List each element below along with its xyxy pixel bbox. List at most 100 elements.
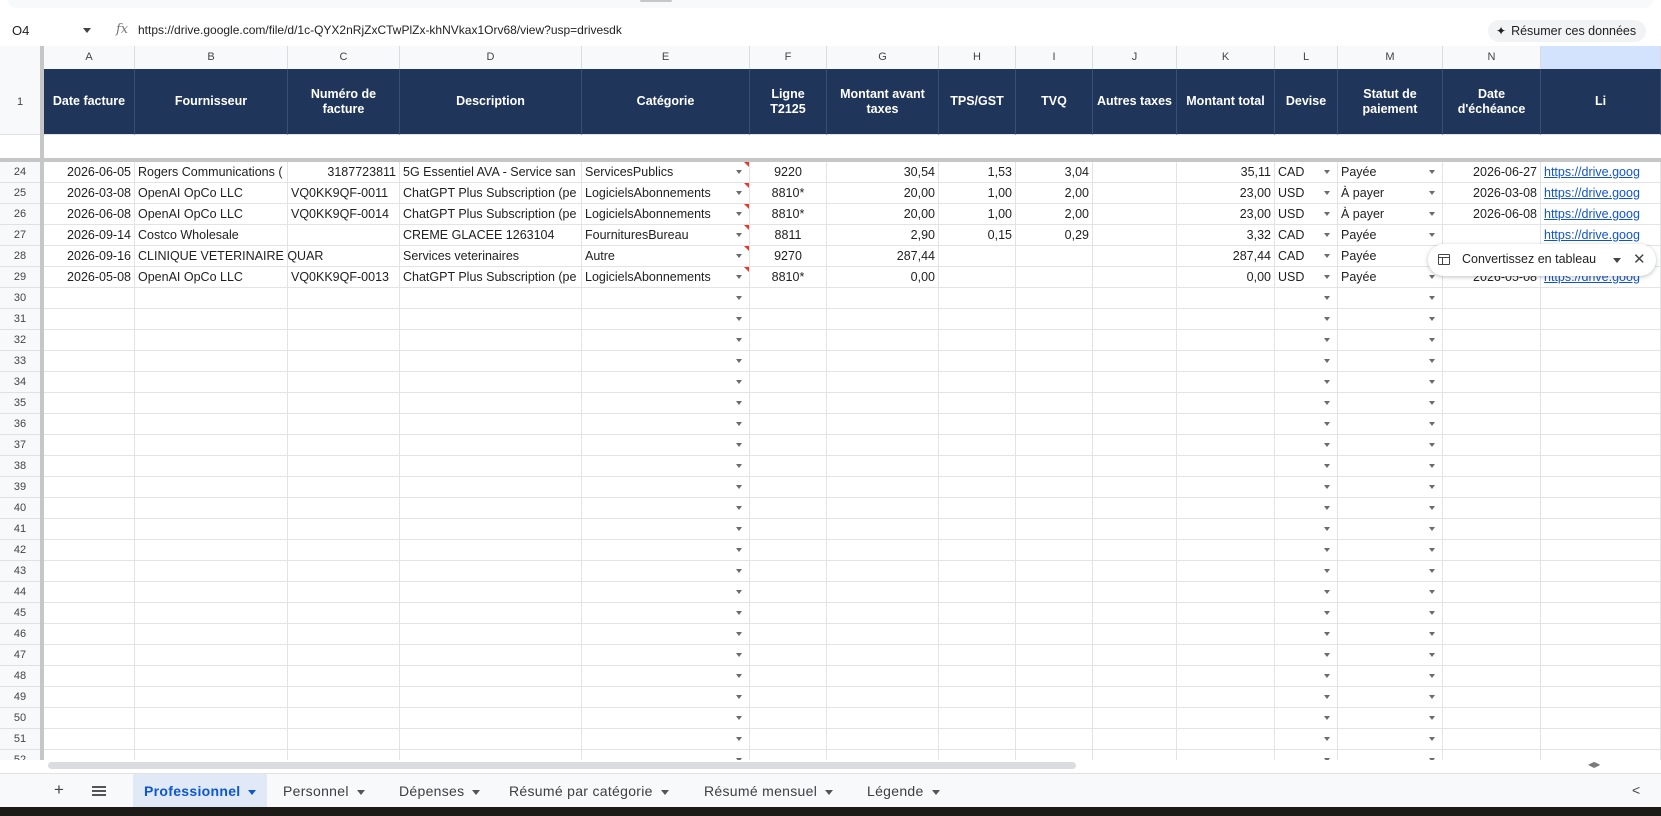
category-dropdown-icon[interactable] bbox=[736, 296, 742, 300]
gst-cell[interactable]: 0,15 bbox=[939, 225, 1016, 246]
due-date-cell[interactable] bbox=[1443, 225, 1541, 246]
frozen-row-divider[interactable] bbox=[0, 158, 1661, 162]
empty-cell[interactable] bbox=[400, 624, 582, 645]
empty-cell[interactable] bbox=[582, 288, 750, 309]
row-number[interactable]: 45 bbox=[0, 603, 40, 624]
empty-cell[interactable] bbox=[135, 582, 288, 603]
empty-cell[interactable] bbox=[44, 414, 135, 435]
empty-cell[interactable] bbox=[827, 687, 939, 708]
status-dropdown-icon[interactable] bbox=[1429, 170, 1435, 174]
empty-cell[interactable] bbox=[1443, 498, 1541, 519]
currency-dropdown-icon[interactable] bbox=[1324, 338, 1330, 342]
empty-cell[interactable] bbox=[827, 477, 939, 498]
empty-cell[interactable] bbox=[1541, 561, 1661, 582]
row-number[interactable]: 43 bbox=[0, 561, 40, 582]
empty-cell[interactable] bbox=[135, 750, 288, 760]
empty-cell[interactable] bbox=[44, 666, 135, 687]
empty-cell[interactable] bbox=[1338, 435, 1443, 456]
empty-cell[interactable] bbox=[44, 729, 135, 750]
category-cell[interactable]: ServicesPublics bbox=[582, 162, 750, 183]
empty-cell[interactable] bbox=[750, 519, 827, 540]
empty-cell[interactable] bbox=[582, 645, 750, 666]
empty-cell[interactable] bbox=[400, 603, 582, 624]
chevron-down-icon[interactable] bbox=[1613, 258, 1621, 263]
close-icon[interactable]: ✕ bbox=[1633, 250, 1646, 268]
empty-cell[interactable] bbox=[939, 351, 1016, 372]
empty-cell[interactable] bbox=[44, 456, 135, 477]
qst-cell[interactable]: 3,04 bbox=[1016, 162, 1093, 183]
empty-cell[interactable] bbox=[1541, 540, 1661, 561]
other-taxes-cell[interactable] bbox=[1093, 162, 1177, 183]
column-header-f[interactable]: F bbox=[750, 46, 827, 69]
empty-cell[interactable] bbox=[1338, 477, 1443, 498]
empty-cell[interactable] bbox=[1443, 330, 1541, 351]
empty-cell[interactable] bbox=[1016, 477, 1093, 498]
empty-cell[interactable] bbox=[827, 666, 939, 687]
category-dropdown-icon[interactable] bbox=[736, 464, 742, 468]
other-taxes-cell[interactable] bbox=[1093, 267, 1177, 288]
empty-cell[interactable] bbox=[288, 351, 400, 372]
summarize-data-button[interactable]: ✦ Résumer ces données bbox=[1488, 20, 1647, 42]
other-taxes-cell[interactable] bbox=[1093, 183, 1177, 204]
row-number[interactable]: 33 bbox=[0, 351, 40, 372]
category-dropdown-icon[interactable] bbox=[736, 191, 742, 195]
empty-cell[interactable] bbox=[750, 624, 827, 645]
status-dropdown-icon[interactable] bbox=[1429, 506, 1435, 510]
t2125-line-cell[interactable]: 8811 bbox=[750, 225, 827, 246]
empty-cell[interactable] bbox=[827, 582, 939, 603]
empty-cell[interactable] bbox=[288, 624, 400, 645]
empty-cell[interactable] bbox=[750, 582, 827, 603]
empty-cell[interactable] bbox=[135, 624, 288, 645]
currency-dropdown-icon[interactable] bbox=[1324, 632, 1330, 636]
empty-cell[interactable] bbox=[44, 477, 135, 498]
empty-cell[interactable] bbox=[1177, 414, 1275, 435]
empty-cell[interactable] bbox=[582, 540, 750, 561]
empty-cell[interactable] bbox=[1443, 519, 1541, 540]
empty-cell[interactable] bbox=[939, 309, 1016, 330]
empty-cell[interactable] bbox=[400, 582, 582, 603]
empty-cell[interactable] bbox=[1016, 666, 1093, 687]
status-dropdown-icon[interactable] bbox=[1429, 380, 1435, 384]
status-dropdown-icon[interactable] bbox=[1429, 611, 1435, 615]
payment-status-cell[interactable]: Payée bbox=[1338, 267, 1443, 288]
status-dropdown-icon[interactable] bbox=[1429, 485, 1435, 489]
supplier-cell[interactable]: OpenAI OpCo LLC bbox=[135, 267, 288, 288]
status-dropdown-icon[interactable] bbox=[1429, 212, 1435, 216]
empty-cell[interactable] bbox=[1093, 729, 1177, 750]
empty-cell[interactable] bbox=[44, 288, 135, 309]
status-dropdown-icon[interactable] bbox=[1429, 674, 1435, 678]
empty-cell[interactable] bbox=[400, 645, 582, 666]
category-dropdown-icon[interactable] bbox=[736, 170, 742, 174]
empty-cell[interactable] bbox=[135, 519, 288, 540]
row-number[interactable]: 42 bbox=[0, 540, 40, 561]
empty-cell[interactable] bbox=[1338, 288, 1443, 309]
supplier-cell[interactable]: CLINIQUE VETERINAIRE QUAR bbox=[135, 246, 323, 267]
empty-cell[interactable] bbox=[1177, 288, 1275, 309]
link-cell[interactable]: https://drive.goog bbox=[1541, 162, 1661, 183]
empty-cell[interactable] bbox=[1093, 750, 1177, 760]
gst-cell[interactable] bbox=[939, 246, 1016, 267]
empty-cell[interactable] bbox=[288, 519, 400, 540]
empty-cell[interactable] bbox=[1443, 435, 1541, 456]
empty-cell[interactable] bbox=[1093, 456, 1177, 477]
date-cell[interactable]: 2026-05-08 bbox=[44, 267, 135, 288]
collapse-tabs-icon[interactable]: < bbox=[1632, 782, 1640, 798]
empty-cell[interactable] bbox=[1443, 309, 1541, 330]
scroll-arrows[interactable]: ◀▶ bbox=[1588, 760, 1624, 771]
empty-cell[interactable] bbox=[135, 708, 288, 729]
empty-cell[interactable] bbox=[1177, 561, 1275, 582]
empty-cell[interactable] bbox=[44, 519, 135, 540]
row-number[interactable]: 29 bbox=[0, 267, 40, 288]
supplier-cell[interactable]: OpenAI OpCo LLC bbox=[135, 183, 288, 204]
empty-cell[interactable] bbox=[400, 750, 582, 760]
payment-status-cell[interactable]: À payer bbox=[1338, 183, 1443, 204]
empty-cell[interactable] bbox=[1093, 624, 1177, 645]
empty-cell[interactable] bbox=[1093, 309, 1177, 330]
empty-cell[interactable] bbox=[1338, 603, 1443, 624]
total-amount-cell[interactable]: 35,11 bbox=[1177, 162, 1275, 183]
empty-cell[interactable] bbox=[400, 435, 582, 456]
empty-cell[interactable] bbox=[44, 372, 135, 393]
empty-cell[interactable] bbox=[288, 288, 400, 309]
column-header-g[interactable]: G bbox=[827, 46, 939, 69]
empty-cell[interactable] bbox=[1443, 372, 1541, 393]
